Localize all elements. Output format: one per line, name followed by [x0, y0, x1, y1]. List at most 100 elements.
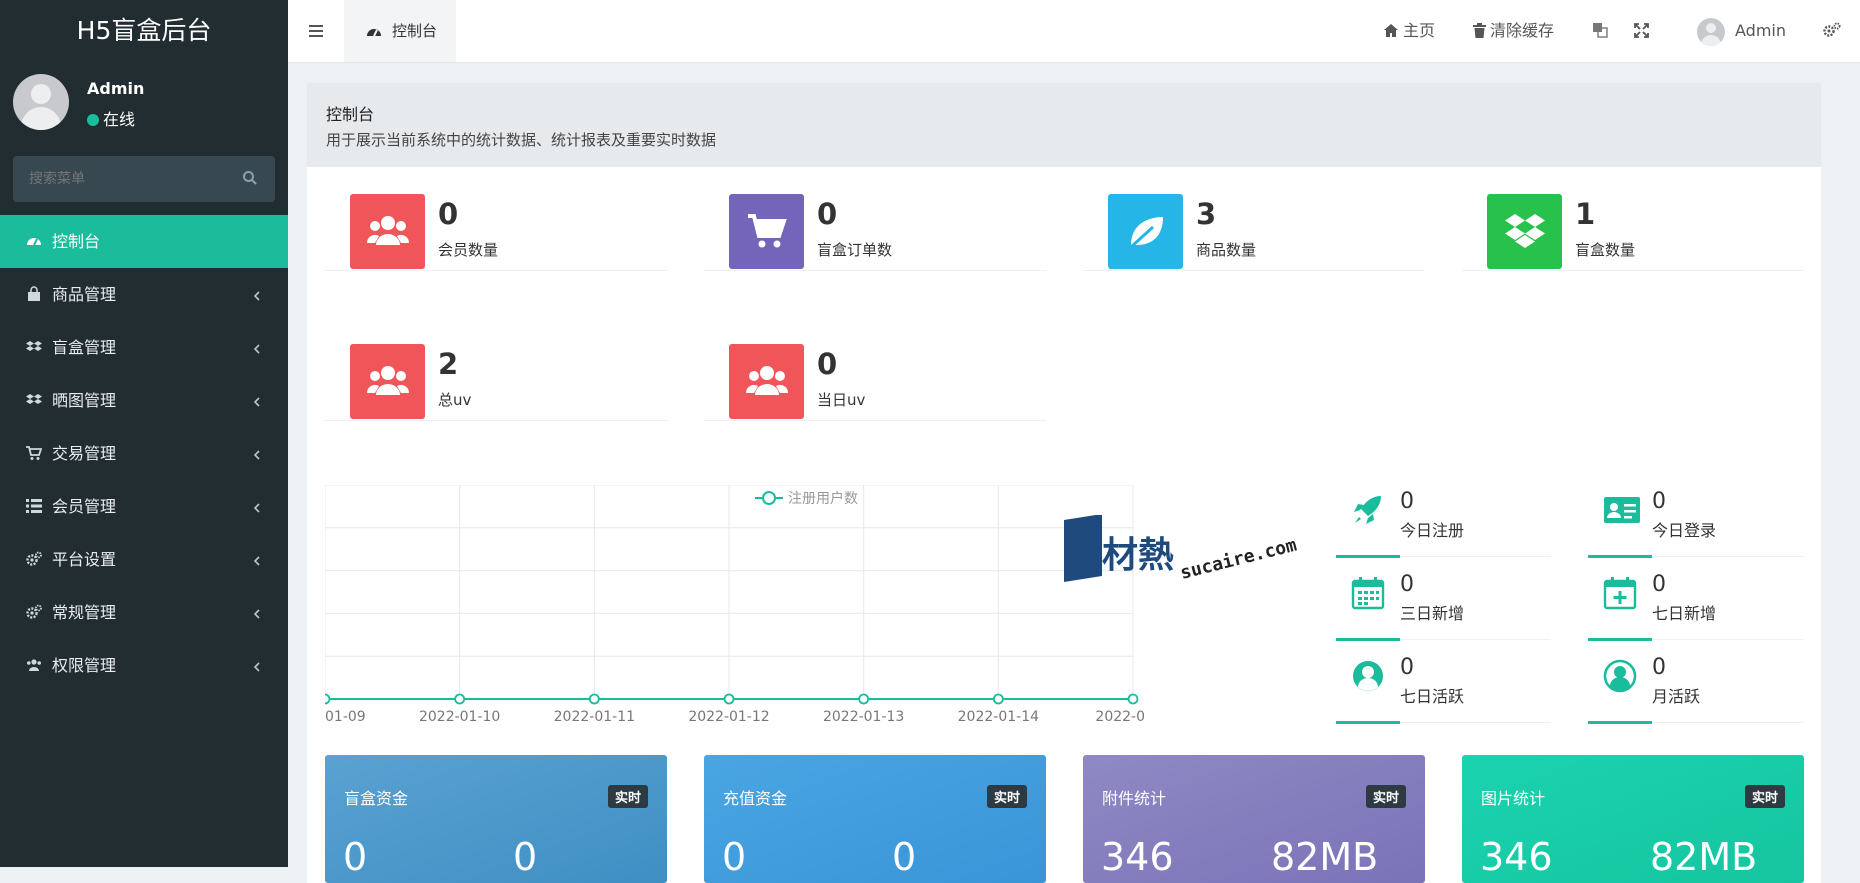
mini-stat-underline: [1588, 555, 1652, 558]
sidebar-item-goods[interactable]: 商品管理: [0, 268, 288, 321]
stat-value: 2: [438, 347, 459, 381]
stat-members[interactable]: 0 会员数量: [325, 167, 667, 271]
page-title: 控制台: [326, 105, 375, 124]
stat-value: 0: [438, 197, 459, 231]
mini-stat-today-register[interactable]: 0 今日注册: [1336, 487, 1551, 558]
chevron-left-icon: [253, 662, 260, 672]
sidebar-item-photo[interactable]: 晒图管理: [0, 374, 288, 427]
stat-daily-uv[interactable]: 0 当日uv: [704, 317, 1046, 421]
stat-icon-box: [1487, 194, 1562, 269]
user-status: 在线: [87, 106, 135, 130]
chart-series: [325, 693, 1139, 705]
sidebar-item-general[interactable]: 常规管理: [0, 586, 288, 639]
translate-icon: [1593, 23, 1608, 38]
avatar: [1697, 17, 1725, 46]
chart-point[interactable]: [723, 693, 735, 705]
mini-stat-underline: [1588, 638, 1652, 641]
card-image-stats[interactable]: 图片统计 实时 346 82MB: [1462, 755, 1804, 883]
chart-point[interactable]: [858, 693, 870, 705]
realtime-badge: 实时: [986, 785, 1027, 808]
mini-stat-underline: [1336, 721, 1400, 724]
stat-icon-box: [729, 194, 804, 269]
cart-icon: [748, 214, 787, 248]
sidebar-item-members[interactable]: 会员管理: [0, 480, 288, 533]
mini-stat-seven-day-active[interactable]: 0 七日活跃: [1336, 653, 1551, 724]
chart-point[interactable]: [588, 693, 600, 705]
stat-total-uv[interactable]: 2 总uv: [325, 317, 667, 421]
mini-stat-value: 0: [1652, 655, 1666, 680]
search-icon[interactable]: [242, 170, 258, 186]
card-title: 盲盒资金: [344, 789, 409, 808]
sidebar-item-permissions[interactable]: 权限管理: [0, 639, 288, 692]
tab-dashboard[interactable]: 控制台: [344, 0, 456, 62]
menu-toggle-icon[interactable]: [308, 23, 324, 39]
stat-orders[interactable]: 0 盲盒订单数: [704, 167, 1046, 271]
users-icon: [746, 366, 788, 395]
trash-icon: [1473, 23, 1486, 38]
dropbox-icon: [26, 394, 42, 404]
mini-stat-value: 0: [1652, 572, 1666, 597]
user-menu[interactable]: Admin: [1697, 0, 1786, 62]
chart-x-tick-label: 01-09: [325, 709, 366, 725]
chart-grid: [325, 485, 1134, 700]
sidebar-item-platform-settings[interactable]: 平台设置: [0, 533, 288, 586]
sidebar-menu: 控制台 商品管理 盲盒管理 晒图管理 交易管理 会员管理 平台设置 常规管理 权…: [0, 215, 288, 692]
mini-stat-monthly-active[interactable]: 0 月活跃: [1588, 653, 1803, 724]
stat-value: 1: [1575, 197, 1596, 231]
chevron-left-icon: [253, 609, 260, 619]
chart-point[interactable]: [1127, 693, 1139, 705]
realtime-badge: 实时: [1744, 785, 1785, 808]
language-toggle[interactable]: [1592, 0, 1612, 62]
stat-value: 0: [817, 197, 838, 231]
mini-stat-today-login[interactable]: 0 今日登录: [1588, 487, 1803, 558]
topbar: 控制台 主页 清除缓存 Admin: [288, 0, 1860, 63]
cogs-icon: [1823, 22, 1841, 37]
chevron-left-icon: [253, 344, 260, 354]
users-icon: [367, 366, 409, 395]
chevron-left-icon: [253, 291, 260, 301]
mini-stat-underline: [1336, 555, 1400, 558]
stat-icon-box: [1108, 194, 1183, 269]
stat-blindboxes[interactable]: 1 盲盒数量: [1462, 167, 1804, 271]
card-value-secondary: 82MB: [1271, 835, 1379, 879]
mini-stat-label: 三日新增: [1400, 604, 1465, 623]
card-value-primary: 0: [722, 835, 747, 879]
menu-search: [13, 156, 275, 202]
leaf-icon: [1129, 217, 1163, 249]
stat-goods[interactable]: 3 商品数量: [1083, 167, 1425, 271]
card-attachment-stats[interactable]: 附件统计 实时 346 82MB: [1083, 755, 1425, 883]
watermark-text-cn: 素材熱: [1066, 535, 1174, 576]
dropbox-icon: [1505, 214, 1545, 248]
chart-point[interactable]: [992, 693, 1004, 705]
stat-icon-box: [350, 194, 425, 269]
stat-label: 当日uv: [817, 391, 866, 409]
card-title: 图片统计: [1481, 789, 1546, 808]
menu-search-input[interactable]: [13, 156, 223, 202]
dropbox-icon: [26, 341, 42, 351]
card-blindbox-funds[interactable]: 盲盒资金 实时 0 0: [325, 755, 667, 883]
home-icon: [1384, 24, 1398, 37]
stat-label: 盲盒数量: [1575, 241, 1636, 259]
calendar-icon: [1351, 577, 1385, 610]
settings-button[interactable]: [1823, 0, 1845, 62]
home-link[interactable]: 主页: [1383, 0, 1435, 62]
sidebar-item-dashboard[interactable]: 控制台: [0, 215, 288, 268]
clear-cache-button[interactable]: 清除缓存: [1473, 0, 1554, 62]
mini-stat-three-day-new[interactable]: 0 三日新增: [1336, 570, 1551, 641]
chart-point[interactable]: [454, 693, 466, 705]
sidebar-item-trade[interactable]: 交易管理: [0, 427, 288, 480]
brand-logo[interactable]: H5盲盒后台: [0, 0, 288, 62]
fullscreen-toggle[interactable]: [1634, 0, 1653, 62]
chart-legend[interactable]: 注册用户数: [755, 490, 858, 507]
chevron-left-icon: [253, 503, 260, 513]
chart-x-tick-label: 2022-01-10: [419, 709, 500, 725]
mini-stat-label: 今日登录: [1652, 521, 1717, 540]
mini-stat-seven-day-new[interactable]: 0 七日新增: [1588, 570, 1803, 641]
realtime-badge: 实时: [607, 785, 648, 808]
user-panel: Admin 在线: [0, 62, 288, 147]
sidebar-item-blindbox[interactable]: 盲盒管理: [0, 321, 288, 374]
chevron-left-icon: [253, 556, 260, 566]
chart-point[interactable]: [325, 693, 331, 705]
shopping-bag-icon: [28, 286, 40, 301]
card-recharge-funds[interactable]: 充值资金 实时 0 0: [704, 755, 1046, 883]
